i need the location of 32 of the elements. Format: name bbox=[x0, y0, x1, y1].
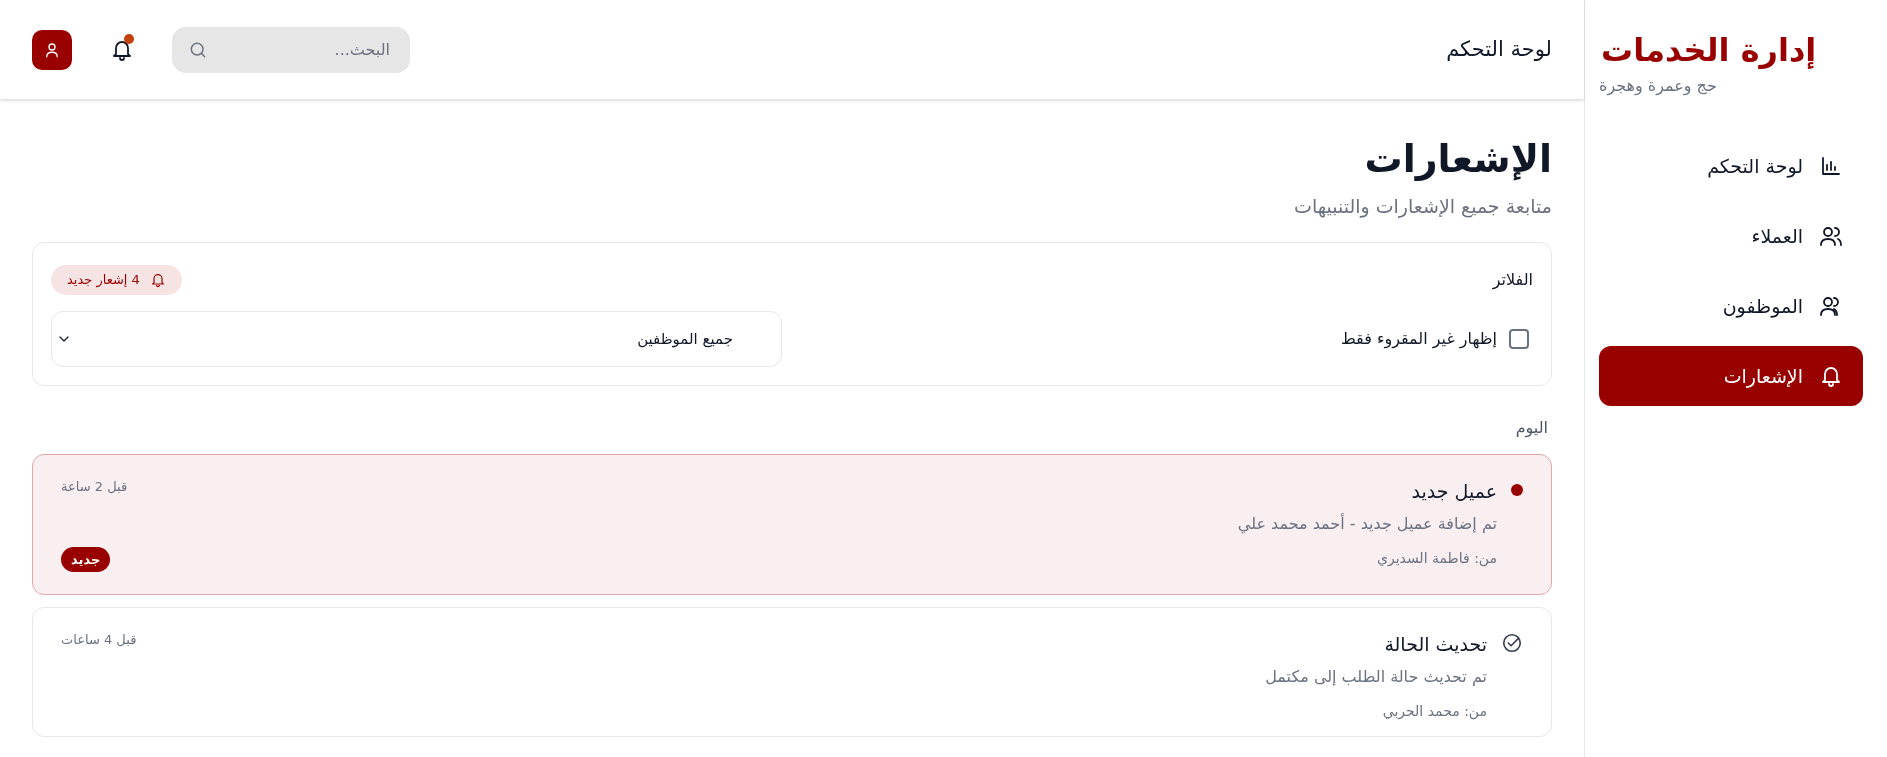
notification-title: تحديث الحالة bbox=[1383, 632, 1487, 657]
notification-message: تم تحديث حالة الطلب إلى مكتمل bbox=[1265, 665, 1487, 688]
app-title: إدارة الخدمات bbox=[1600, 30, 1818, 70]
page-subtitle: متابعة جميع الإشعارات والتنبيهات bbox=[1293, 193, 1552, 220]
notification-title: عميل جديد bbox=[1410, 479, 1497, 504]
page-header-title: لوحة التحكم bbox=[1446, 35, 1552, 63]
notification-time: قبل 2 ساعة bbox=[61, 478, 128, 496]
nav-item[interactable]: لوحة التحكم bbox=[1599, 136, 1863, 196]
nav-item[interactable]: الموظفون bbox=[1599, 276, 1863, 336]
unread-only-checkbox[interactable]: إظهار غير المقروء فقط bbox=[1336, 327, 1533, 351]
notification-message: تم إضافة عميل جديد - أحمد محمد علي bbox=[1237, 512, 1497, 536]
nav-item[interactable]: العملاء bbox=[1599, 206, 1863, 266]
chart-icon bbox=[1819, 154, 1843, 178]
users-icon bbox=[1819, 224, 1843, 248]
new-count-text: 4 إشعار جديد bbox=[67, 271, 140, 290]
bell-icon bbox=[149, 272, 166, 288]
search-field[interactable]: البحث... bbox=[172, 26, 410, 73]
notification-time: قبل 4 ساعات bbox=[61, 631, 137, 649]
profile-button[interactable] bbox=[32, 29, 72, 70]
employee-select[interactable]: جميع الموظفين bbox=[51, 311, 782, 367]
new-tag: جديد bbox=[61, 546, 111, 572]
notification-card[interactable]: عميل جديد تم إضافة عميل جديد - أحمد محمد علي من: فاطمة السديري قبل 2 ساعة جديد bbox=[32, 454, 1552, 595]
notification-sender: من: محمد الحربي bbox=[1381, 701, 1487, 722]
notification-card[interactable]: تحديث الحالة تم تحديث حالة الطلب إلى مكتمل من: محمد الحربي قبل 4 ساعات bbox=[32, 607, 1552, 737]
nav-item[interactable]: الإشعارات bbox=[1599, 346, 1863, 406]
app-subtitle: حج وعمرة وهجرة bbox=[1599, 75, 1717, 98]
page-title: الإشعارات bbox=[1363, 136, 1552, 183]
group-label: اليوم bbox=[1514, 417, 1549, 440]
filters-title: الفلاتر bbox=[1492, 269, 1533, 292]
notification-sender: من: فاطمة السديري bbox=[1375, 548, 1497, 569]
bell-icon bbox=[1819, 364, 1843, 388]
user-icon bbox=[43, 40, 61, 59]
